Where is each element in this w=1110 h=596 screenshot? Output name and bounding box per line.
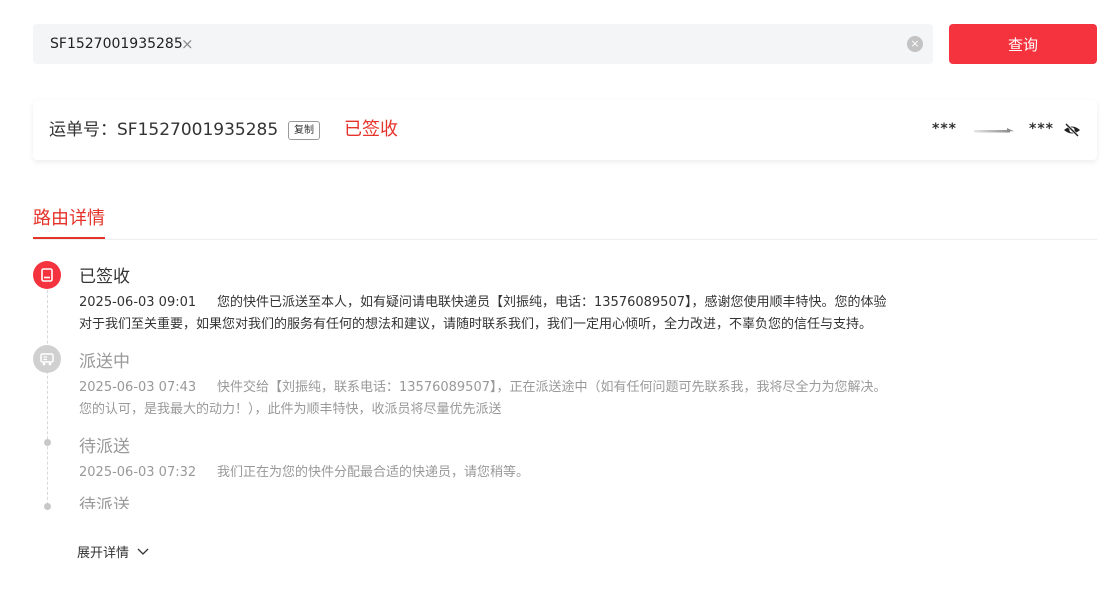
- clear-input-icon[interactable]: ×: [907, 36, 923, 52]
- query-button[interactable]: 查询: [949, 24, 1097, 64]
- search-input[interactable]: SF1527001935285 × ×: [33, 24, 933, 64]
- chevron-down-icon: [137, 548, 149, 555]
- tab-active-underline: [33, 237, 105, 239]
- timeline-time: 2025-06-03 07:43: [79, 380, 197, 395]
- search-chip-text: SF1527001935285: [50, 36, 183, 52]
- route-arrow-icon: [974, 128, 1014, 133]
- timeline-title: 待派送: [79, 437, 130, 457]
- waybill-number: 运单号：SF1527001935285: [49, 120, 279, 140]
- timeline-title: 派送中: [79, 352, 130, 372]
- timeline-time: 2025-06-03 09:01: [79, 295, 197, 310]
- timeline-clip: 待派送: [79, 492, 130, 509]
- copy-button[interactable]: 复制: [288, 121, 320, 140]
- timeline-title: 待派送: [79, 496, 130, 509]
- timeline-desc: 对于我们至关重要，如果您对我们的服务有任何的想法和建议，请随时联系我们，我们一定…: [79, 317, 873, 332]
- tab-route-details[interactable]: 路由详情: [33, 204, 105, 230]
- timeline-dot: [44, 439, 51, 446]
- timeline-desc: 您的认可，是我最大的动力！），此件为顺丰特快，收派员将尽量优先派送: [79, 402, 502, 417]
- eye-hidden-icon[interactable]: [1063, 122, 1081, 138]
- tab-divider: [33, 239, 1097, 240]
- expand-label: 展开详情: [77, 546, 130, 561]
- route-origin: ***: [932, 121, 957, 137]
- waybill-card: 运单号：SF1527001935285 复制 已签收 *** ***: [33, 100, 1097, 160]
- timeline-dot: [44, 503, 51, 510]
- expand-details-button[interactable]: 展开详情: [77, 542, 149, 561]
- timeline-title: 已签收: [79, 267, 130, 287]
- timeline-time: 2025-06-03 07:32: [79, 465, 197, 480]
- waybill-status: 已签收: [344, 119, 398, 140]
- timeline-desc: 您的快件已派送至本人，如有疑问请电联快递员【刘振纯，电话：13576089507…: [217, 295, 887, 310]
- chip-remove-icon[interactable]: ×: [181, 24, 194, 64]
- signed-status-icon: [33, 261, 61, 289]
- route-destination: ***: [1029, 121, 1054, 137]
- timeline-connector: [47, 290, 48, 510]
- timeline-desc: 我们正在为您的快件分配最合适的快递员，请您稍等。: [217, 465, 530, 480]
- timeline-desc: 快件交给【刘振纯，联系电话：13576089507】，正在派送途中（如有任何问题…: [217, 380, 887, 395]
- delivery-truck-icon: [33, 345, 61, 373]
